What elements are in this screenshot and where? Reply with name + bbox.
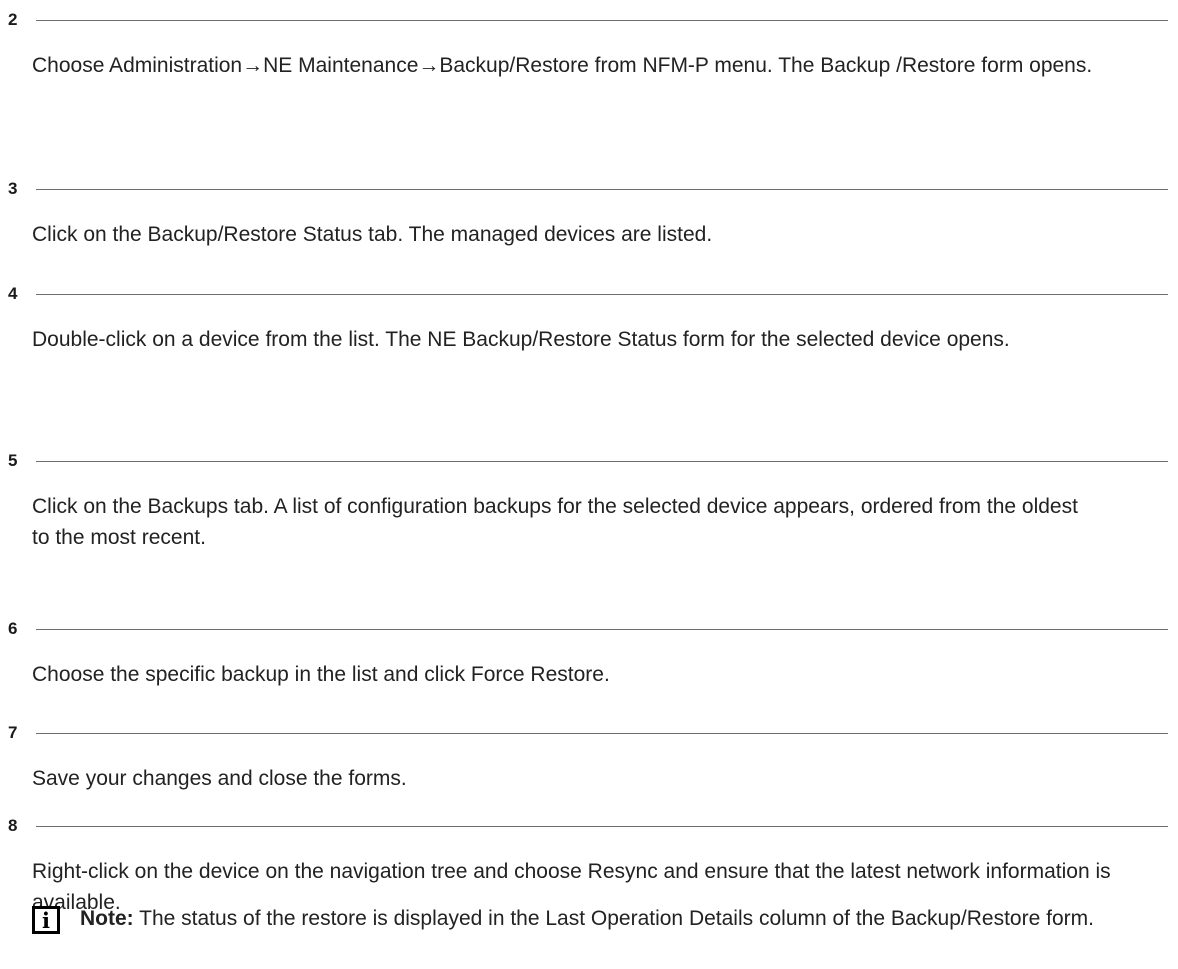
step-header: 6 <box>8 619 1168 643</box>
step-number: 8 <box>8 816 18 835</box>
step-text: Choose the specific backup in the list a… <box>32 663 610 686</box>
step-number: 7 <box>8 723 18 742</box>
note-body: The status of the restore is displayed i… <box>139 907 1094 930</box>
step-header: 7 <box>8 723 1168 747</box>
step-text: Click on the Backup/Restore Status tab. … <box>32 223 713 246</box>
step-text: Choose Administration→NE Maintenance→Bac… <box>32 54 1093 77</box>
step-header: 3 <box>8 179 1168 203</box>
info-icon: i <box>32 906 60 934</box>
step-number: 3 <box>8 179 18 198</box>
step-divider <box>36 20 1168 21</box>
step-divider <box>36 629 1168 630</box>
step-text: Save your changes and close the forms. <box>32 767 407 790</box>
note-callout: i Note: The status of the restore is dis… <box>32 903 1142 965</box>
step-number: 5 <box>8 451 18 470</box>
step-divider <box>36 189 1168 190</box>
step-text: Double-click on a device from the list. … <box>32 328 1010 351</box>
step-header: 8 <box>8 816 1168 840</box>
step-number: 6 <box>8 619 18 638</box>
step-divider <box>36 294 1168 295</box>
step-number: 2 <box>8 10 18 29</box>
note-label: Note: <box>80 907 134 930</box>
step-divider <box>36 733 1168 734</box>
step-text: Click on the Backups tab. A list of conf… <box>32 495 1078 549</box>
step-divider <box>36 826 1168 827</box>
step-header: 2 <box>8 10 1168 34</box>
step-divider <box>36 461 1168 462</box>
note-text: Note: The status of the restore is displ… <box>80 903 1142 934</box>
step-header: 4 <box>8 284 1168 308</box>
step-header: 5 <box>8 451 1168 475</box>
step-number: 4 <box>8 284 18 303</box>
